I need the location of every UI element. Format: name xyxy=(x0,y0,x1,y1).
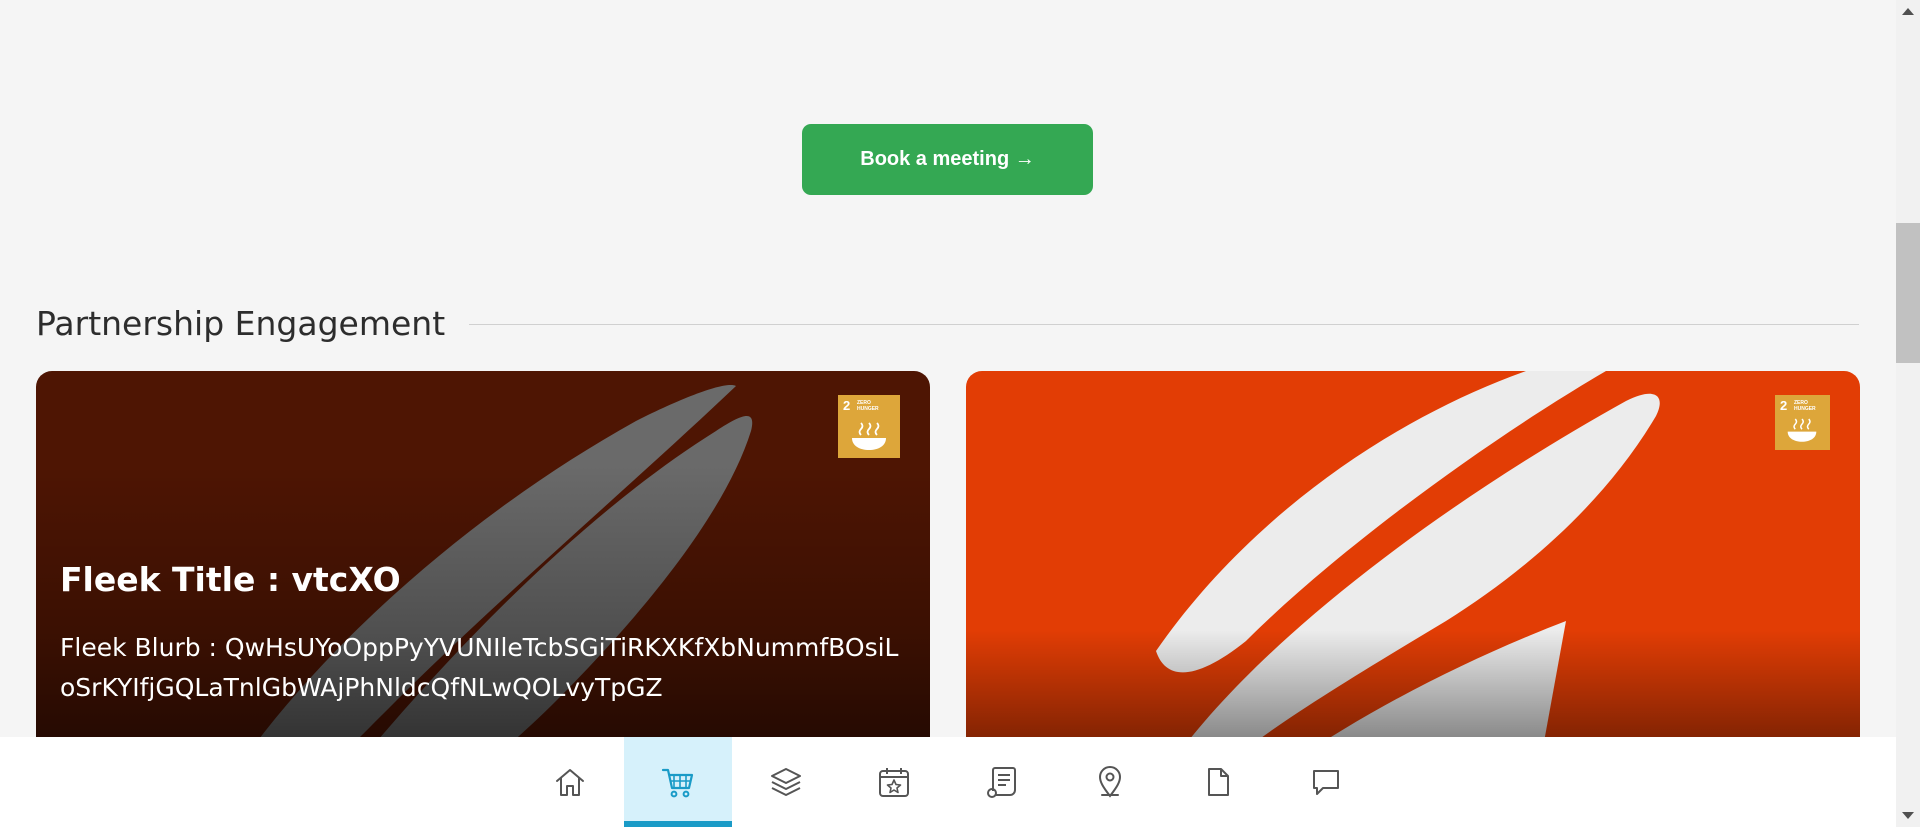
sdg-label: ZERO HUNGER xyxy=(857,400,879,412)
card-title: Fleek Title : vtcXO xyxy=(60,560,401,599)
book-meeting-button[interactable]: Book a meeting → xyxy=(802,124,1093,195)
sdg-zero-hunger-badge: 2 ZERO HUNGER xyxy=(838,395,900,458)
home-icon xyxy=(556,769,584,796)
sdg-zero-hunger-badge: 2 ZERO HUNGER xyxy=(1775,395,1830,450)
map-pin-icon xyxy=(1098,766,1122,798)
bowl-icon xyxy=(1787,418,1817,442)
document-icon xyxy=(1208,768,1229,796)
layers-icon xyxy=(771,768,801,796)
sdg-number: 2 xyxy=(843,398,851,413)
card-blurb: Fleek Blurb : QwHsUYoOppPyYVUNIleTcbSGiT… xyxy=(60,633,899,702)
section-title: Partnership Engagement xyxy=(36,303,446,343)
section-divider xyxy=(469,323,1859,325)
bottom-navigation xyxy=(0,737,1896,827)
calendar-star-icon xyxy=(879,768,909,797)
scrollbar-thumb[interactable] xyxy=(1896,223,1920,363)
sdg-label: ZERO HUNGER xyxy=(1794,400,1816,412)
nav-messages[interactable] xyxy=(1272,737,1380,827)
nav-layers[interactable] xyxy=(732,737,840,827)
bowl-icon xyxy=(852,422,886,450)
chat-icon xyxy=(1313,770,1339,795)
section-header: Partnership Engagement xyxy=(36,300,1859,346)
nav-home[interactable] xyxy=(516,737,624,827)
sdg-number: 2 xyxy=(1780,398,1788,413)
scroll-up-arrow[interactable] xyxy=(1902,8,1914,15)
nav-events[interactable] xyxy=(840,737,948,827)
receipt-icon xyxy=(987,767,1016,798)
page-content: Book a meeting → Partnership Engagement … xyxy=(0,0,1896,827)
scroll-down-arrow[interactable] xyxy=(1902,812,1914,819)
nav-documents[interactable] xyxy=(1164,737,1272,827)
vertical-scrollbar[interactable] xyxy=(1896,0,1920,827)
nav-cart[interactable] xyxy=(624,737,732,827)
nav-orders[interactable] xyxy=(948,737,1056,827)
cart-icon xyxy=(661,768,694,798)
nav-locations[interactable] xyxy=(1056,737,1164,827)
